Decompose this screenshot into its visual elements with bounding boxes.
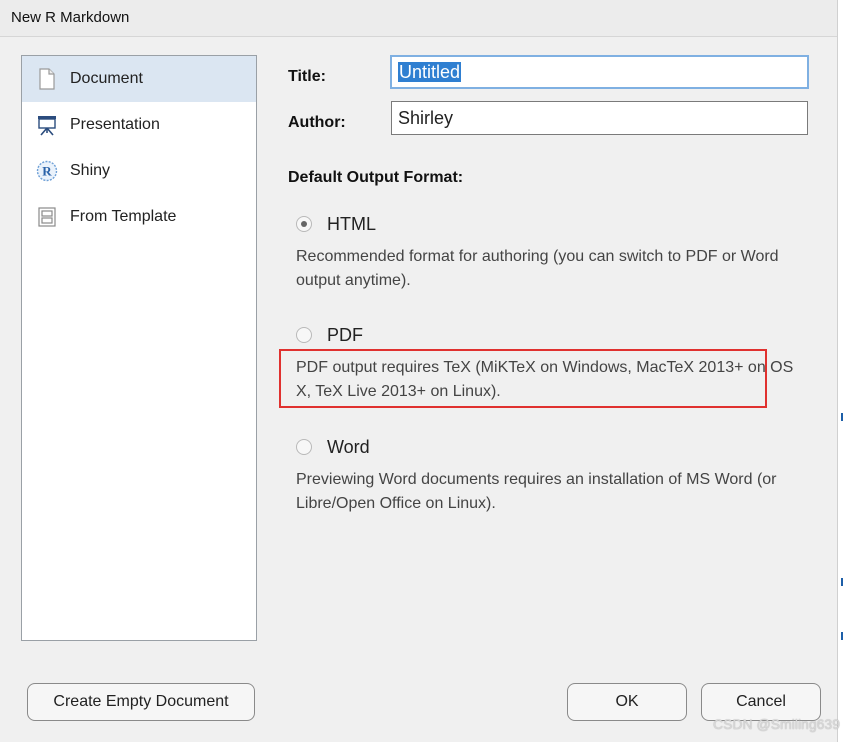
dialog-title: New R Markdown — [11, 9, 130, 26]
create-empty-document-button[interactable]: Create Empty Document — [27, 683, 255, 721]
title-label: Title: — [288, 68, 326, 85]
format-option-html: HTML Recommended format for authoring (y… — [296, 212, 796, 293]
default-output-format-heading: Default Output Format: — [288, 169, 464, 186]
title-input[interactable]: Untitled — [390, 55, 809, 89]
edge-mark — [841, 632, 843, 640]
pdf-radio-label: PDF — [327, 324, 363, 345]
html-radio[interactable] — [296, 216, 312, 232]
background-window-edge — [837, 0, 848, 742]
sidebar-item-document[interactable]: Document — [22, 56, 256, 102]
author-input[interactable]: Shirley — [391, 101, 808, 135]
template-icon — [36, 206, 58, 228]
shiny-r-glyph: R — [42, 164, 52, 179]
format-option-word: Word Previewing Word documents requires … — [296, 435, 796, 516]
author-label: Author: — [288, 114, 346, 131]
pdf-radio[interactable] — [296, 327, 312, 343]
word-radio[interactable] — [296, 439, 312, 455]
edge-mark — [841, 413, 843, 421]
document-icon — [36, 68, 58, 90]
sidebar-item-presentation[interactable]: Presentation — [22, 102, 256, 148]
sidebar-item-label: Shiny — [70, 162, 111, 179]
html-radio-label: HTML — [327, 213, 376, 234]
html-description: Recommended format for authoring (you ca… — [296, 248, 779, 289]
sidebar-item-from-template[interactable]: From Template — [22, 194, 256, 240]
title-input-value: Untitled — [398, 62, 462, 82]
pdf-annotation-highlight-box — [279, 349, 767, 408]
word-radio-label: Word — [327, 436, 370, 457]
ok-button[interactable]: OK — [567, 683, 687, 721]
template-type-list: Document Presentation R Shiny From Templ… — [21, 55, 257, 641]
pdf-radio-row[interactable]: PDF — [296, 323, 796, 347]
sidebar-item-label: Document — [70, 70, 143, 87]
edge-mark — [841, 578, 843, 586]
word-radio-row[interactable]: Word — [296, 435, 796, 459]
sidebar-item-label: Presentation — [70, 116, 160, 133]
sidebar-item-shiny[interactable]: R Shiny — [22, 148, 256, 194]
presentation-icon — [36, 114, 58, 136]
dialog-titlebar: New R Markdown — [0, 0, 838, 37]
shiny-r-icon: R — [36, 160, 58, 182]
sidebar-item-label: From Template — [70, 208, 177, 225]
watermark-text: CSDN @Smiling639 — [712, 716, 840, 732]
html-radio-row[interactable]: HTML — [296, 212, 796, 236]
word-description: Previewing Word documents requires an in… — [296, 471, 777, 512]
author-input-value: Shirley — [398, 108, 454, 128]
